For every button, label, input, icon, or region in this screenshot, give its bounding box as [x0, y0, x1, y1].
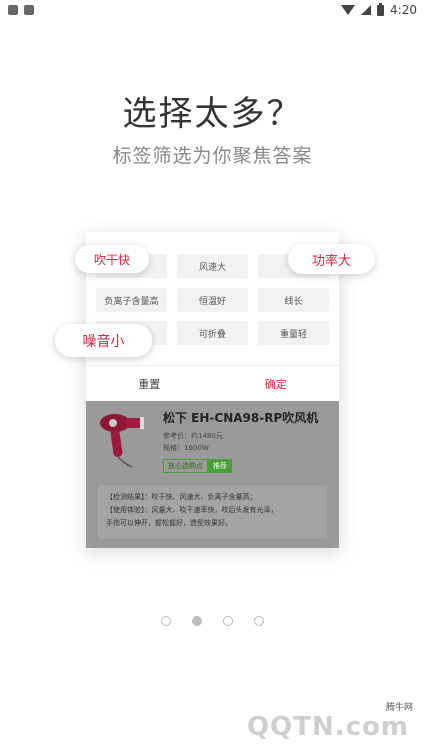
wifi-icon [341, 5, 356, 15]
tag-item[interactable]: 负离子含量高 [96, 288, 167, 312]
status-bar: 4:20 [0, 0, 425, 20]
page-subtitle: 标签筛选为你聚焦答案 [112, 145, 313, 167]
status-notifications [8, 5, 34, 15]
card-actions: 重置 确定 [86, 365, 339, 402]
review-line: 【检测结果】：吹干快、风速大、负离子含量高； [106, 493, 257, 501]
tag-item[interactable]: 线长 [258, 288, 329, 312]
page-dot-active[interactable] [192, 616, 202, 626]
tag-item[interactable]: 风速大 [177, 254, 248, 278]
product-spec: 规格：1600W [163, 444, 209, 452]
tag-item[interactable]: 可折叠 [177, 321, 248, 345]
confirm-button[interactable]: 确定 [213, 366, 340, 402]
page-indicator [0, 616, 425, 626]
reset-button[interactable]: 重置 [86, 366, 213, 402]
tag-item[interactable]: 重量轻 [258, 321, 329, 345]
notification-icon-2 [24, 5, 34, 15]
product-review: 【检测结果】：吹干快、风速大、负离子含量高； 【使用体验】：风量大、吹干速率快，… [98, 485, 327, 539]
floating-tag-low-noise: 噪音小 [55, 324, 152, 357]
floating-tag-high-power: 功率大 [288, 244, 375, 274]
floating-tag-dry-fast: 吹干快 [75, 245, 149, 273]
status-indicators: 4:20 [341, 2, 417, 17]
product-badges: 放心选购点 推荐 [163, 459, 232, 473]
signal-icon [361, 5, 372, 15]
product-preview[interactable]: 松下 EH-CNA98-RP吹风机 参考价：约1480元 规格：1600W 放心… [86, 401, 339, 548]
notification-icon [8, 5, 18, 15]
battery-icon [377, 2, 385, 16]
review-line: 【使用体验】：风量大、吹干速率快，吹后头发有光泽， [106, 506, 278, 514]
watermark-logo-text: QQTN.com [247, 712, 409, 742]
product-price: 参考价：约1480元 [163, 432, 223, 440]
trust-badge: 放心选购点 [163, 459, 208, 473]
recommend-badge: 推荐 [208, 459, 232, 473]
hair-dryer-image [100, 414, 144, 468]
page-title: 选择太多？ [122, 94, 303, 134]
review-line: 手指可以伸开，握松握好，造型效果好。 [106, 519, 232, 527]
demo-card: 风速大 负离子含量高 恒温好 线长 可折叠 重量轻 重置 确定 松下 EH-CN… [86, 232, 339, 548]
status-time: 4:20 [390, 3, 417, 17]
page-dot[interactable] [223, 616, 233, 626]
tag-item[interactable]: 恒温好 [177, 288, 248, 312]
page-dot[interactable] [254, 616, 264, 626]
product-name: 松下 EH-CNA98-RP吹风机 [163, 411, 319, 425]
watermark: 腾牛网 QQTN.com [247, 700, 415, 750]
page-dot[interactable] [161, 616, 171, 626]
